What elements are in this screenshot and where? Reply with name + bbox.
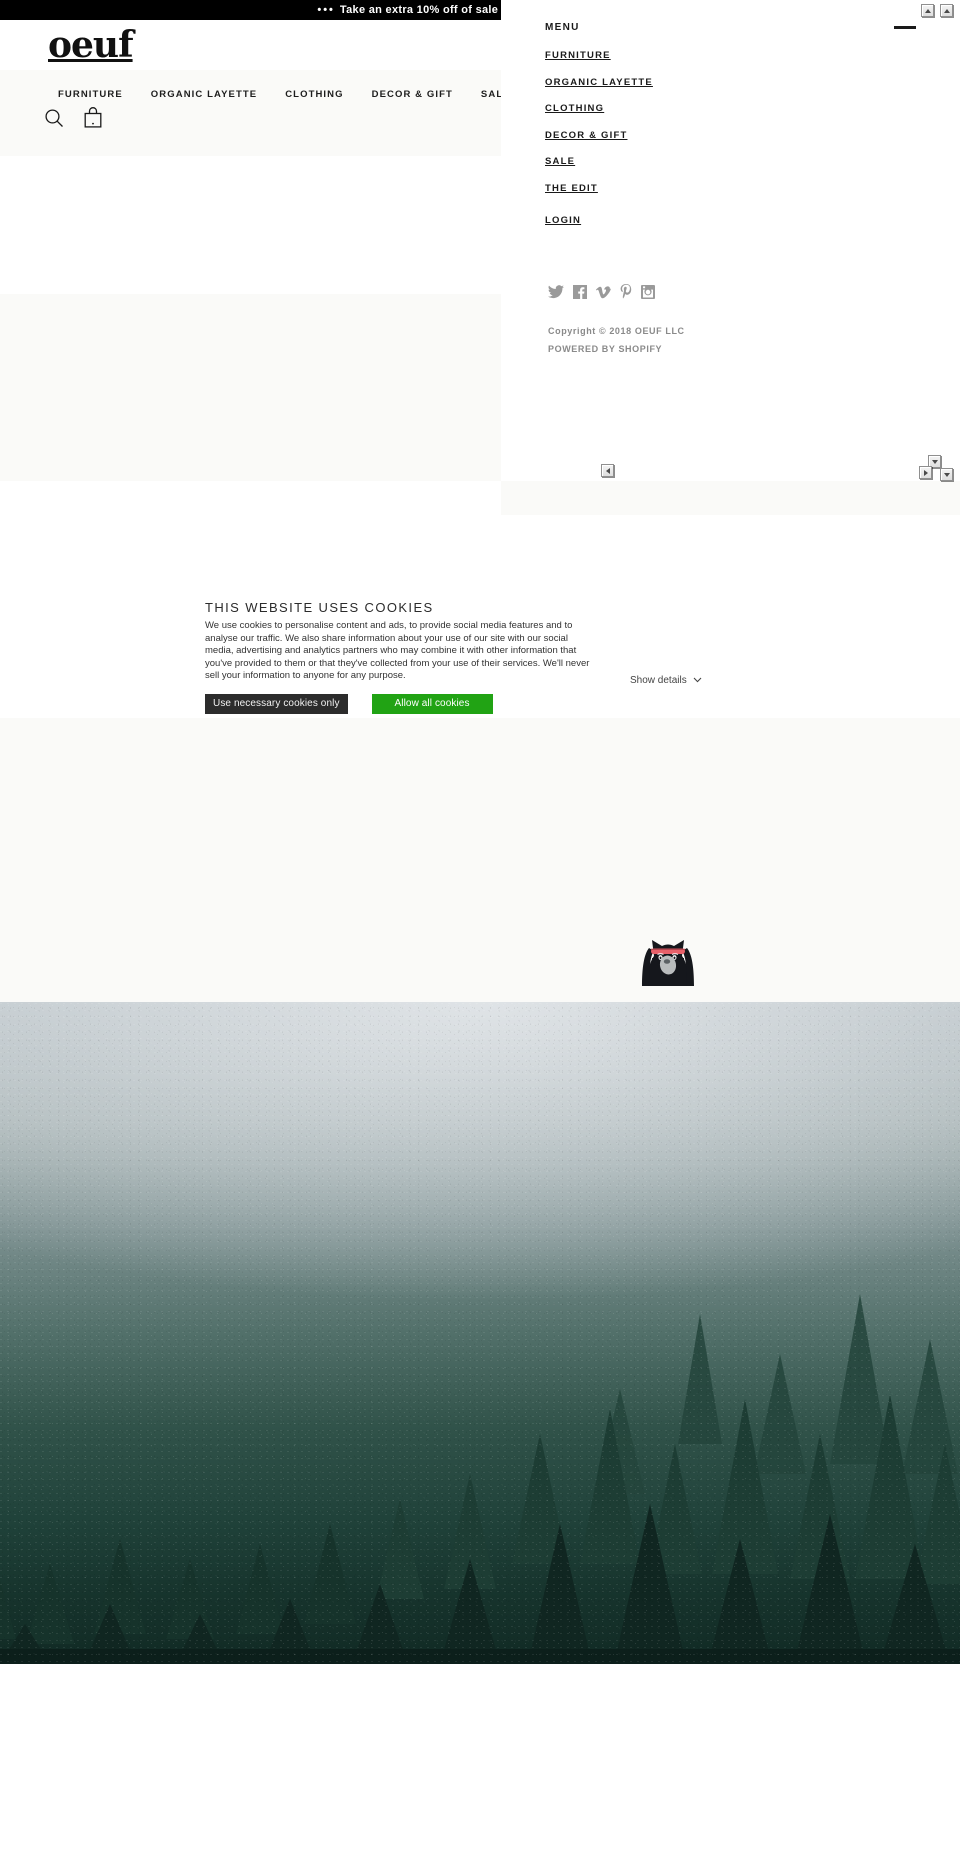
site-logo[interactable]: oeuf bbox=[48, 26, 134, 64]
content-slab-lower bbox=[0, 718, 960, 1002]
menu-panel-header: MENU bbox=[545, 22, 916, 33]
powered-by-text: POWERED BY SHOPIFY bbox=[548, 344, 663, 354]
slideout-menu-panel: MENU FURNITURE ORGANIC LAYETTE CLOTHING … bbox=[501, 0, 960, 481]
cookie-banner-actions: Use necessary cookies only Allow all coo… bbox=[205, 693, 765, 714]
cookie-banner-title: THIS WEBSITE USES COOKIES bbox=[205, 600, 434, 615]
hero-forest-photo bbox=[0, 1002, 960, 1664]
social-links bbox=[548, 284, 655, 299]
search-icon[interactable] bbox=[42, 106, 66, 132]
menu-item-sale[interactable]: SALE bbox=[545, 156, 653, 167]
nav-item-decor-gift[interactable]: DECOR & GIFT bbox=[358, 89, 467, 100]
menu-panel-footer: Copyright © 2018 OEUF LLC POWERED BY SHO… bbox=[548, 326, 685, 362]
show-details-toggle[interactable]: Show details bbox=[630, 675, 702, 686]
cookie-consent-banner: THIS WEBSITE USES COOKIES We use cookies… bbox=[0, 600, 803, 718]
menu-item-clothing[interactable]: CLOTHING bbox=[545, 103, 653, 114]
close-menu-icon[interactable] bbox=[894, 26, 916, 29]
content-slab-upper bbox=[0, 294, 501, 481]
cookie-banner-body: We use cookies to personalise content an… bbox=[205, 620, 590, 682]
menu-item-organic-layette[interactable]: ORGANIC LAYETTE bbox=[545, 77, 653, 88]
menu-item-login[interactable]: LOGIN bbox=[545, 215, 581, 226]
scroll-left-button-a[interactable] bbox=[601, 464, 614, 477]
pinterest-icon[interactable] bbox=[620, 284, 632, 299]
menu-panel-list: FURNITURE ORGANIC LAYETTE CLOTHING DECOR… bbox=[545, 50, 653, 209]
nav-item-furniture[interactable]: FURNITURE bbox=[44, 89, 137, 100]
instagram-icon[interactable] bbox=[641, 284, 655, 299]
menu-item-decor-gift[interactable]: DECOR & GIFT bbox=[545, 130, 653, 141]
copyright-text: Copyright © 2018 OEUF LLC bbox=[548, 326, 685, 336]
scroll-up-button-a[interactable] bbox=[921, 4, 934, 17]
vimeo-icon[interactable] bbox=[596, 285, 611, 299]
facebook-icon[interactable] bbox=[573, 284, 587, 299]
announcement-dots: ••• bbox=[317, 4, 335, 16]
scroll-right-button-a[interactable] bbox=[919, 466, 932, 479]
bear-mascot bbox=[630, 918, 706, 986]
chevron-down-icon bbox=[693, 675, 702, 686]
twitter-icon[interactable] bbox=[548, 284, 564, 299]
menu-panel-title: MENU bbox=[545, 22, 580, 33]
menu-item-the-edit[interactable]: THE EDIT bbox=[545, 183, 653, 194]
content-slab-mid bbox=[501, 481, 960, 515]
allow-all-cookies-button[interactable]: Allow all cookies bbox=[371, 693, 493, 714]
use-necessary-cookies-button[interactable]: Use necessary cookies only bbox=[205, 693, 348, 714]
nav-item-organic-layette[interactable]: ORGANIC LAYETTE bbox=[137, 89, 271, 100]
nav-item-clothing[interactable]: CLOTHING bbox=[271, 89, 357, 100]
nav-icon-group bbox=[42, 106, 106, 132]
scroll-up-button-b[interactable] bbox=[940, 4, 953, 17]
show-details-label: Show details bbox=[630, 675, 687, 686]
cart-icon[interactable] bbox=[82, 106, 106, 132]
scroll-down-button-b[interactable] bbox=[940, 468, 953, 481]
menu-item-furniture[interactable]: FURNITURE bbox=[545, 50, 653, 61]
